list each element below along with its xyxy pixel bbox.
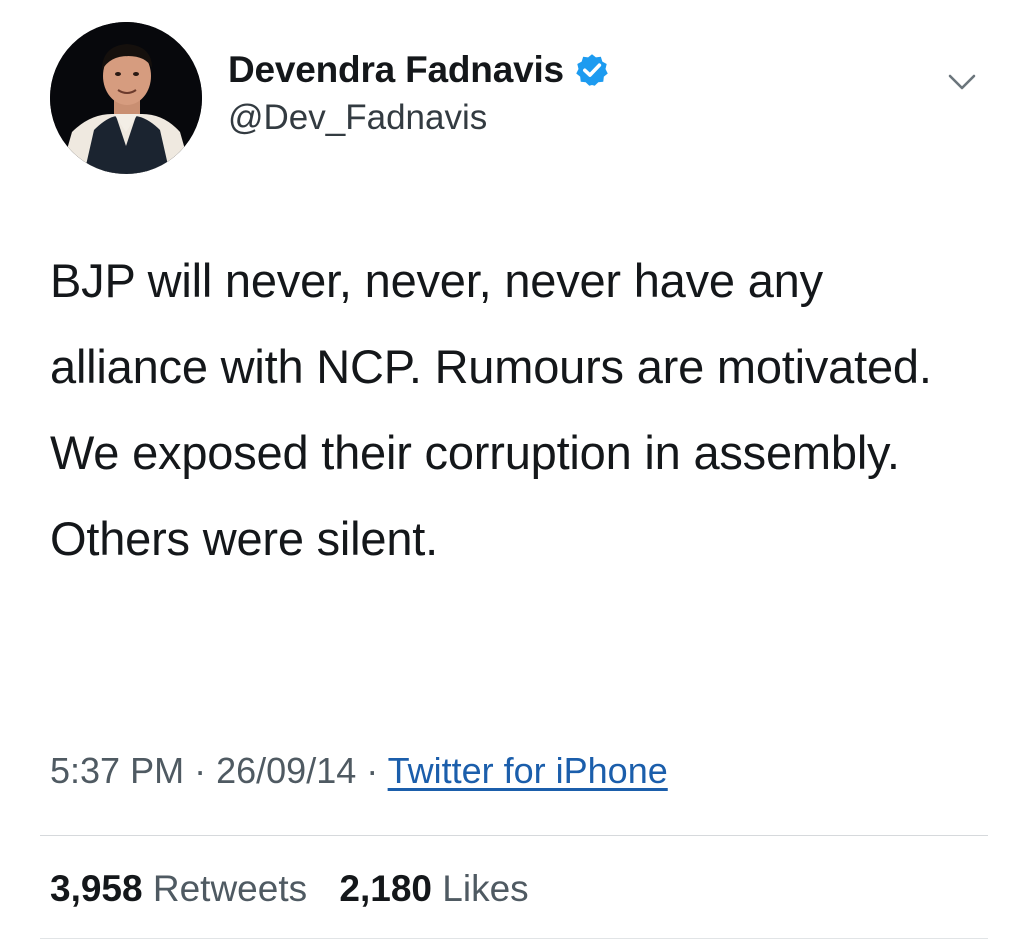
likes-label: Likes [442, 868, 529, 909]
bottom-divider [40, 938, 988, 939]
tweet-source-link[interactable]: Twitter for iPhone [388, 750, 668, 791]
chevron-down-icon[interactable] [944, 64, 980, 100]
tweet-stats: 3,958 Retweets 2,180 Likes [50, 868, 529, 910]
avatar-photo [50, 22, 202, 174]
likes-stat[interactable]: 2,180 Likes [339, 868, 528, 910]
tweet-date: 26/09/14 [216, 750, 357, 791]
meta-separator: · [366, 750, 379, 791]
user-handle[interactable]: @Dev_Fadnavis [228, 98, 610, 138]
tweet-header: Devendra Fadnavis @Dev_Fadnavis [50, 22, 980, 182]
retweets-label: Retweets [152, 868, 308, 909]
tweet-card: Devendra Fadnavis @Dev_Fadnavis BJP will… [0, 0, 1024, 946]
retweets-count: 3,958 [50, 868, 143, 909]
retweets-stat[interactable]: 3,958 Retweets [50, 868, 307, 910]
divider [40, 835, 988, 836]
tweet-meta: 5:37 PM · 26/09/14 · Twitter for iPhone [50, 750, 668, 792]
tweet-text: BJP will never, never, never have any al… [50, 254, 932, 565]
verified-badge-icon [574, 52, 610, 88]
name-row: Devendra Fadnavis [228, 46, 610, 94]
avatar[interactable] [50, 22, 202, 174]
tweet-time: 5:37 PM [50, 750, 185, 791]
display-name[interactable]: Devendra Fadnavis [228, 49, 564, 91]
user-info: Devendra Fadnavis @Dev_Fadnavis [228, 46, 610, 138]
meta-separator: · [194, 750, 207, 791]
likes-count: 2,180 [339, 868, 432, 909]
